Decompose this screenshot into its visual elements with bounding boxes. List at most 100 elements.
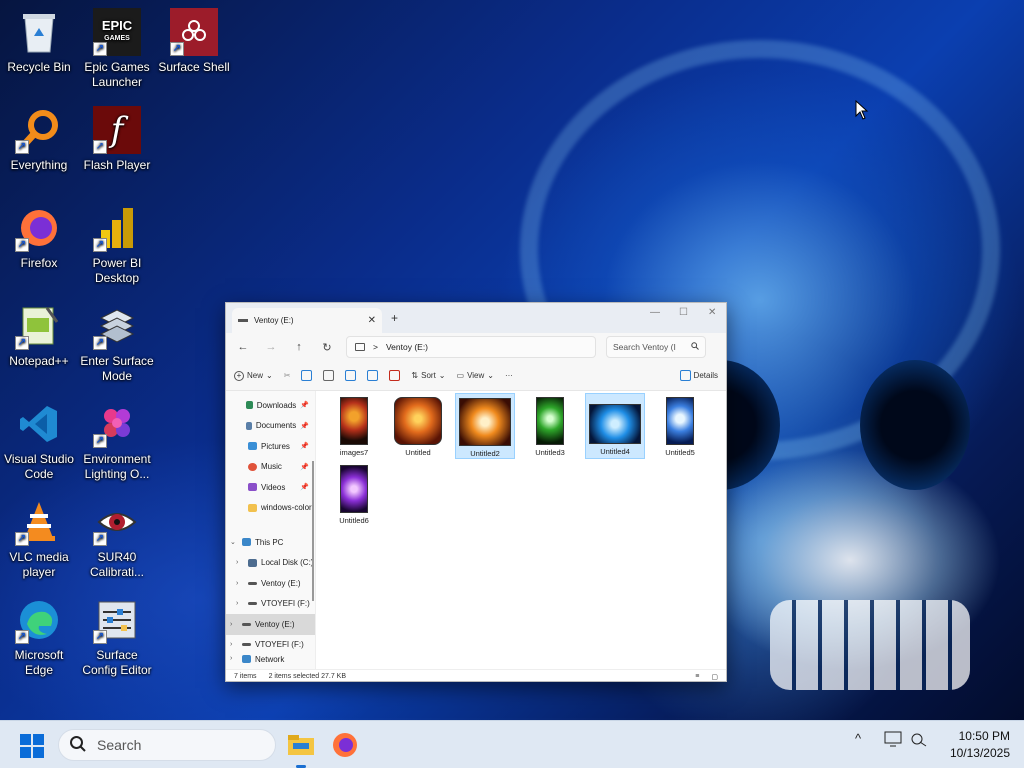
desktop-icon-enter-surface-mode[interactable]: ↗ Enter Surface Mode <box>78 302 156 384</box>
music-icon <box>248 462 257 471</box>
file-item[interactable]: images7 <box>324 393 384 459</box>
rename-icon[interactable] <box>345 370 357 381</box>
taskbar-clock[interactable]: 10:50 PM 10/13/2025 <box>940 728 1010 762</box>
address-bar[interactable]: > Ventoy (E:) <box>346 336 596 358</box>
nav-item-downloads[interactable]: Downloads 📌 <box>226 395 315 416</box>
nav-item-music[interactable]: Music 📌 <box>226 457 315 478</box>
desktop-icon-label: SUR40 Calibrati... <box>89 550 145 579</box>
nav-item-documents[interactable]: Documents 📌 <box>226 416 315 437</box>
file-item[interactable]: Untitled5 <box>650 393 710 459</box>
wallpaper-skull-teeth <box>770 600 970 690</box>
start-button[interactable] <box>20 734 44 758</box>
desktop-icon-vscode[interactable]: Visual Studio Code <box>0 400 78 482</box>
close-button[interactable]: ✕ <box>708 307 716 318</box>
chevron-right-icon[interactable]: › <box>236 600 244 607</box>
back-button[interactable]: ← <box>234 341 252 353</box>
pin-icon: 📌 <box>300 422 309 430</box>
refresh-button[interactable]: ↻ <box>318 341 336 354</box>
nav-item-windows-color[interactable]: windows-color- <box>226 498 315 519</box>
nav-item-pictures[interactable]: Pictures 📌 <box>226 436 315 457</box>
search-placeholder: Search Ventoy (I <box>613 342 676 352</box>
desktop-icon-recycle-bin[interactable]: Recycle Bin <box>0 8 78 75</box>
taskbar: Search ^ 10:50 PM 10/13/2025 <box>0 720 1024 768</box>
firefox-taskbar-button[interactable] <box>330 730 360 760</box>
delete-icon[interactable] <box>389 370 401 381</box>
nav-item-vtoyefi-f-root[interactable]: › VTOYEFI (F:) <box>226 635 315 656</box>
desktop-icon-surface-config-editor[interactable]: ↗ Surface Config Editor <box>78 596 156 678</box>
file-explorer-taskbar-button[interactable] <box>286 730 316 768</box>
desktop-icon-epic-games[interactable]: EPIC GAMES ↗ Epic Games Launcher <box>78 8 156 90</box>
tab-close-button[interactable]: ✕ <box>368 315 376 326</box>
tab-title: Ventoy (E:) <box>254 316 294 325</box>
navigation-pane[interactable]: Downloads 📌 Documents 📌 Pictures 📌 Music 📌 V… <box>226 391 316 669</box>
new-label: New <box>247 371 264 380</box>
desktop-icon-environment-lighting[interactable]: ↗ Environment Lighting O... <box>78 400 156 482</box>
sort-icon: ⇅ <box>411 371 419 380</box>
nav-item-network[interactable]: › Network <box>226 655 315 667</box>
windows-logo-icon <box>20 747 31 758</box>
chevron-right-icon[interactable]: › <box>230 641 238 648</box>
desktop-icon-sur40-calibration[interactable]: ↗ SUR40 Calibrati... <box>78 498 156 580</box>
nav-item-ventoy-e[interactable]: › Ventoy (E:) <box>226 573 315 594</box>
show-hidden-icons-chevron[interactable]: ^ <box>855 731 861 746</box>
display-icon[interactable] <box>884 731 902 750</box>
desktop-icon-notepad-plus-plus[interactable]: ↗ Notepad++ <box>0 302 78 369</box>
recycle-bin-icon <box>15 8 63 56</box>
search-input[interactable]: Search Ventoy (I <box>606 336 706 358</box>
image-thumbnail <box>340 465 368 513</box>
minimize-button[interactable]: — <box>650 307 660 318</box>
share-icon[interactable] <box>367 370 379 381</box>
desktop-icon-surface-shell[interactable]: ↗ Surface Shell <box>155 8 233 75</box>
view-button[interactable]: ▭ View ⌄ <box>457 371 494 380</box>
chevron-down-icon: ⌄ <box>438 371 446 380</box>
file-explorer-window[interactable]: Ventoy (E:) ✕ + — ☐ ✕ ← → ↑ ↻ > Ventoy (… <box>225 302 727 682</box>
desktop-icon-flash-player[interactable]: f ↗ Flash Player <box>78 106 156 173</box>
copy-icon[interactable] <box>301 370 313 381</box>
network-status-icon[interactable] <box>910 731 928 750</box>
forward-button[interactable]: → <box>262 341 280 353</box>
file-item[interactable]: Untitled2 <box>455 393 515 459</box>
folder-icon <box>248 503 257 512</box>
navpane-scrollbar[interactable] <box>312 461 314 601</box>
desktop-icon-firefox[interactable]: ↗ Firefox <box>0 204 78 271</box>
desktop-icon-label: Power BI Desktop <box>92 256 142 285</box>
nav-item-ventoy-e-root[interactable]: › Ventoy (E:) <box>226 614 315 635</box>
nav-item-videos[interactable]: Videos 📌 <box>226 477 315 498</box>
desktop-icon-everything[interactable]: ↗ Everything <box>0 106 78 173</box>
file-item[interactable]: Untitled6 <box>324 461 384 527</box>
chevron-right-icon[interactable]: › <box>230 621 238 628</box>
new-tab-button[interactable]: + <box>391 311 398 325</box>
desktop-icon-vlc[interactable]: ↗ VLC media player <box>0 498 78 580</box>
chevron-right-icon[interactable]: › <box>236 580 244 587</box>
new-button[interactable]: + New ⌄ <box>234 370 273 381</box>
more-options-button[interactable]: ··· <box>505 371 513 380</box>
desktop-icon-edge[interactable]: ↗ Microsoft Edge <box>0 596 78 678</box>
chevron-right-icon[interactable]: › <box>230 655 238 662</box>
nav-item-vtoyefi-f[interactable]: › VTOYEFI (F:) <box>226 594 315 615</box>
file-item[interactable]: Untitled3 <box>520 393 580 459</box>
chevron-right-icon[interactable]: › <box>236 559 244 566</box>
details-button[interactable]: Details <box>679 370 718 381</box>
file-item[interactable]: Untitled4 <box>585 393 645 459</box>
desktop-icon-label: Environment Lighting O... <box>83 452 151 481</box>
large-icons-view-icon[interactable]: ▢ <box>711 673 718 681</box>
downloads-icon <box>245 401 253 410</box>
taskbar-search-box[interactable]: Search <box>58 729 276 761</box>
sort-button[interactable]: ⇅ Sort ⌄ <box>411 371 445 380</box>
desktop-icon-label: Surface Shell <box>158 60 230 74</box>
nav-item-local-disk-c[interactable]: › Local Disk (C:) <box>226 553 315 574</box>
maximize-button[interactable]: ☐ <box>679 307 688 318</box>
cut-icon[interactable]: ✂ <box>284 371 291 380</box>
title-bar[interactable]: Ventoy (E:) ✕ + — ☐ ✕ <box>226 303 726 333</box>
file-list[interactable]: images7 Untitled Untitled2 Untitled3 Unt… <box>316 391 726 669</box>
desktop-icon-power-bi[interactable]: ↗ Power BI Desktop <box>78 204 156 286</box>
chevron-down-icon[interactable]: ⌄ <box>230 538 238 546</box>
file-item[interactable]: Untitled <box>388 393 448 459</box>
selection-info: 2 items selected 27.7 KB <box>268 673 346 680</box>
tab-ventoy[interactable]: Ventoy (E:) ✕ <box>232 308 382 333</box>
breadcrumb-ventoy[interactable]: Ventoy (E:) <box>386 342 428 352</box>
nav-item-this-pc[interactable]: ⌄ This PC <box>226 532 315 553</box>
up-button[interactable]: ↑ <box>290 341 308 353</box>
paste-icon[interactable] <box>323 370 335 381</box>
details-view-icon[interactable]: ≡ <box>695 673 699 680</box>
